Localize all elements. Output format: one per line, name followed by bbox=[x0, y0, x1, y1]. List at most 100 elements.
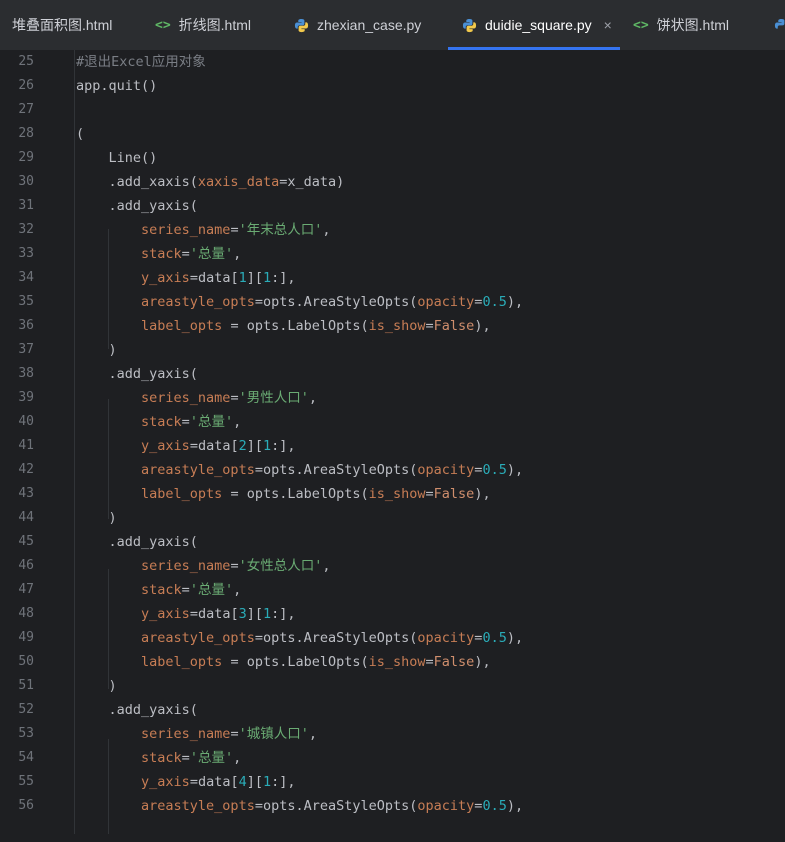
code-text: .add_yaxis( bbox=[76, 698, 198, 722]
code-token: = bbox=[230, 726, 239, 742]
code-token: = bbox=[181, 414, 190, 430]
code-line[interactable]: 32 series_name='年末总人口', bbox=[0, 218, 785, 242]
code-editor[interactable]: 25 #退出Excel应用对象 26 app.quit() 27 28 (29 Line()… bbox=[0, 50, 785, 842]
code-token: ), bbox=[506, 462, 524, 478]
code-token: 2 bbox=[238, 438, 247, 454]
code-line[interactable]: 50 label_opts = opts.LabelOpts(is_show=F… bbox=[0, 650, 785, 674]
code-line[interactable]: 43 label_opts = opts.LabelOpts(is_show=F… bbox=[0, 482, 785, 506]
tab-label: 堆叠面积图.html bbox=[12, 17, 113, 33]
code-token: , bbox=[233, 582, 242, 598]
code-token: '男性人口' bbox=[238, 390, 309, 406]
line-number: 29 bbox=[18, 150, 34, 165]
line-number: 41 bbox=[18, 438, 34, 453]
code-text: series_name='城镇人口', bbox=[76, 722, 317, 746]
code-token: '女性总人口' bbox=[238, 558, 323, 574]
code-token: series_name bbox=[141, 726, 231, 742]
html-file-icon: <> bbox=[155, 17, 171, 33]
code-token: :], bbox=[271, 438, 296, 454]
code-line[interactable]: 55 y_axis=data[4][1:], bbox=[0, 770, 785, 794]
code-line[interactable]: 47 stack='总量', bbox=[0, 578, 785, 602]
line-number: 26 bbox=[18, 78, 34, 93]
tab-label: zhexian_case.py bbox=[317, 17, 422, 33]
code-token: '年末总人口' bbox=[238, 222, 323, 238]
tab-zhexian-html[interactable]: <> 折线图.html bbox=[155, 0, 251, 50]
code-token: ( bbox=[76, 126, 85, 142]
code-token: ), bbox=[506, 798, 524, 814]
code-text: areastyle_opts=opts.AreaStyleOpts(opacit… bbox=[76, 794, 523, 818]
code-line[interactable]: 49 areastyle_opts=opts.AreaStyleOpts(opa… bbox=[0, 626, 785, 650]
code-token: =data[ bbox=[189, 270, 239, 286]
line-number: 43 bbox=[18, 486, 34, 501]
code-text: y_axis=data[4][1:], bbox=[76, 770, 296, 794]
code-token: , bbox=[308, 390, 317, 406]
code-line[interactable]: 56 areastyle_opts=opts.AreaStyleOpts(opa… bbox=[0, 794, 785, 818]
code-line[interactable]: 26 app.quit() bbox=[0, 74, 785, 98]
code-token: series_name bbox=[141, 222, 231, 238]
code-line[interactable]: 30 .add_xaxis(xaxis_data=x_data) bbox=[0, 170, 785, 194]
code-token: , bbox=[308, 726, 317, 742]
code-line[interactable]: 54 stack='总量', bbox=[0, 746, 785, 770]
code-line[interactable]: 28 ( bbox=[0, 122, 785, 146]
code-line[interactable]: 35 areastyle_opts=opts.AreaStyleOpts(opa… bbox=[0, 290, 785, 314]
code-line[interactable]: 37 ) bbox=[0, 338, 785, 362]
code-line[interactable]: 31 .add_yaxis( bbox=[0, 194, 785, 218]
tab-overflow-py[interactable] bbox=[774, 0, 785, 50]
code-line[interactable]: 25 #退出Excel应用对象 bbox=[0, 50, 785, 74]
code-token: =opts.AreaStyleOpts( bbox=[254, 462, 418, 478]
code-token: ][ bbox=[246, 774, 263, 790]
code-line[interactable]: 41 y_axis=data[2][1:], bbox=[0, 434, 785, 458]
code-token: = bbox=[181, 246, 190, 262]
code-line[interactable]: 38 .add_yaxis( bbox=[0, 362, 785, 386]
python-file-icon bbox=[294, 18, 309, 32]
code-token: is_show bbox=[368, 486, 426, 502]
code-token: ) bbox=[76, 678, 117, 694]
tab-duidie-mianji-html[interactable]: 堆叠面积图.html bbox=[12, 0, 112, 50]
code-token: '总量' bbox=[189, 582, 234, 598]
tab-duidie-square-py[interactable]: duidie_square.py × bbox=[448, 0, 620, 50]
python-file-icon bbox=[774, 18, 785, 29]
code-token: stack bbox=[141, 582, 182, 598]
code-line[interactable]: 53 series_name='城镇人口', bbox=[0, 722, 785, 746]
code-token: ][ bbox=[246, 438, 263, 454]
code-token: areastyle_opts bbox=[141, 294, 255, 310]
line-number: 45 bbox=[18, 534, 34, 549]
line-number: 39 bbox=[18, 390, 34, 405]
code-token: , bbox=[322, 558, 331, 574]
code-token: areastyle_opts bbox=[141, 798, 255, 814]
code-token: ][ bbox=[246, 270, 263, 286]
code-token: areastyle_opts bbox=[141, 630, 255, 646]
code-token: '总量' bbox=[189, 414, 234, 430]
code-line[interactable]: 34 y_axis=data[1][1:], bbox=[0, 266, 785, 290]
code-token: .add_xaxis( bbox=[76, 174, 198, 190]
code-token: Line() bbox=[76, 150, 158, 166]
code-text: .add_yaxis( bbox=[76, 530, 198, 554]
code-token: =data[ bbox=[189, 774, 239, 790]
close-icon[interactable]: × bbox=[604, 17, 612, 33]
code-line[interactable]: 29 Line() bbox=[0, 146, 785, 170]
tab-zhexian-case-py[interactable]: zhexian_case.py bbox=[294, 0, 421, 50]
tab-bingzhuang-html[interactable]: <> 饼状图.html bbox=[633, 0, 729, 50]
code-line[interactable]: 48 y_axis=data[3][1:], bbox=[0, 602, 785, 626]
code-line[interactable]: 45 .add_yaxis( bbox=[0, 530, 785, 554]
code-token: opacity bbox=[417, 798, 475, 814]
code-line[interactable]: 27 bbox=[0, 98, 785, 122]
code-line[interactable]: 39 series_name='男性人口', bbox=[0, 386, 785, 410]
horizontal-scrollbar[interactable] bbox=[0, 834, 785, 842]
code-token: y_axis bbox=[141, 438, 190, 454]
code-text: .add_yaxis( bbox=[76, 194, 198, 218]
code-line[interactable]: 44 ) bbox=[0, 506, 785, 530]
code-line[interactable]: 33 stack='总量', bbox=[0, 242, 785, 266]
code-line[interactable]: 51 ) bbox=[0, 674, 785, 698]
code-line[interactable]: 40 stack='总量', bbox=[0, 410, 785, 434]
code-line[interactable]: 46 series_name='女性总人口', bbox=[0, 554, 785, 578]
code-line[interactable]: 36 label_opts = opts.LabelOpts(is_show=F… bbox=[0, 314, 785, 338]
code-line[interactable]: 42 areastyle_opts=opts.AreaStyleOpts(opa… bbox=[0, 458, 785, 482]
code-token: = opts.LabelOpts( bbox=[222, 486, 369, 502]
code-line[interactable]: 52 .add_yaxis( bbox=[0, 698, 785, 722]
